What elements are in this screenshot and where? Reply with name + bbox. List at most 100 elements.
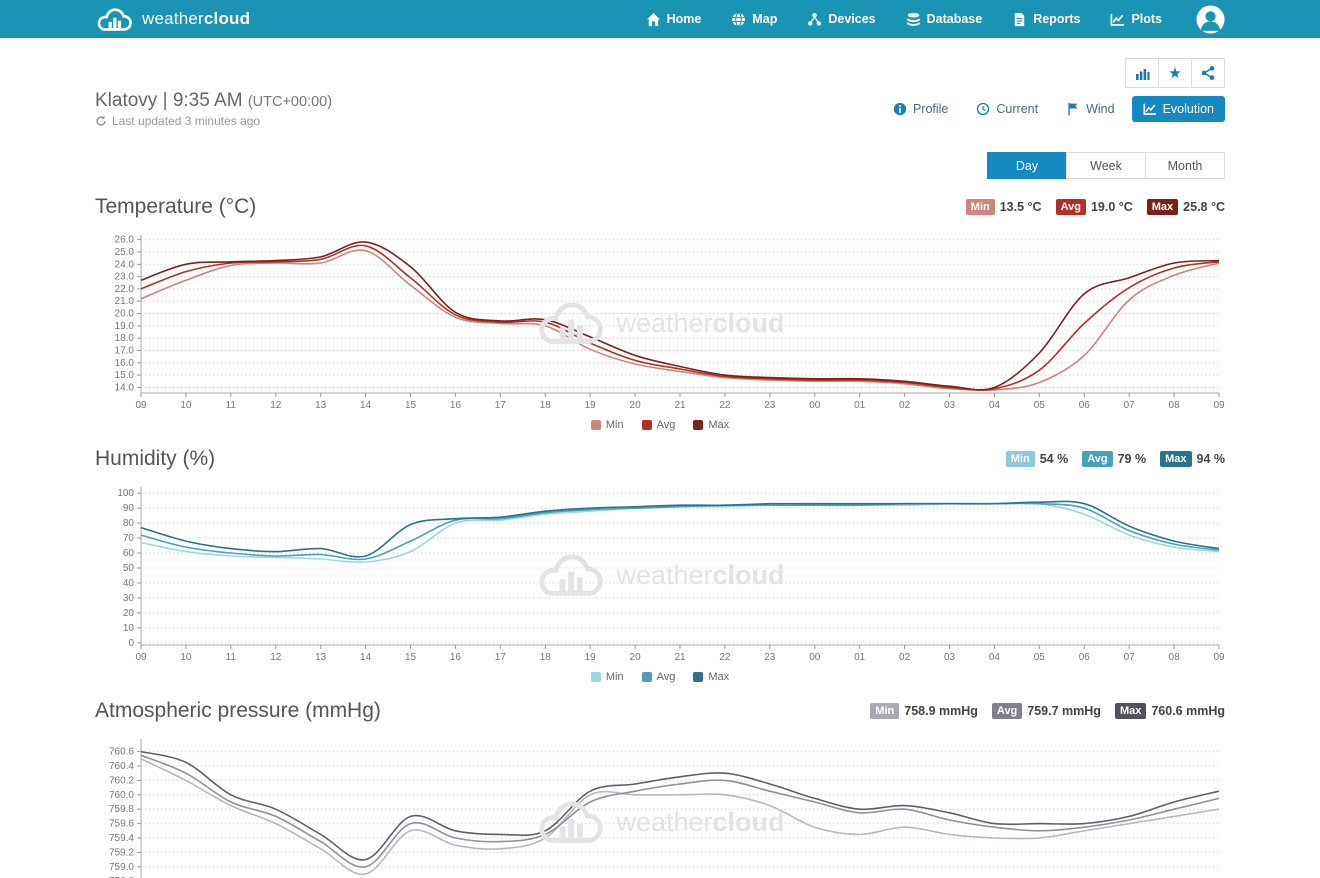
star-icon: ★	[1168, 64, 1181, 82]
avg-badge-label: Avg	[992, 703, 1022, 719]
max-badge-label: Max	[1160, 451, 1191, 467]
avg-badge-label: Avg	[1082, 451, 1112, 467]
svg-text:60: 60	[123, 548, 135, 559]
min-badge-label: Min	[1006, 451, 1035, 467]
clock-icon	[976, 102, 990, 116]
temperature-chart: 26.025.024.023.022.021.020.019.018.017.0…	[95, 233, 1225, 417]
legend-item-avg[interactable]: Avg	[642, 671, 676, 683]
nav-item-map[interactable]: Map	[731, 12, 777, 27]
svg-text:12: 12	[270, 400, 282, 411]
share-icon	[1200, 65, 1216, 81]
refresh-icon[interactable]	[95, 115, 107, 127]
min-badge: Min54 %	[1006, 451, 1068, 467]
svg-text:25.0: 25.0	[115, 247, 135, 258]
view-evolution-button[interactable]: Evolution	[1132, 96, 1225, 122]
svg-text:22: 22	[719, 400, 731, 411]
svg-text:26.0: 26.0	[115, 235, 135, 246]
legend-item-max[interactable]: Max	[693, 419, 729, 431]
nav-item-reports[interactable]: Reports	[1012, 12, 1080, 27]
weathercloud-logo-icon	[95, 6, 135, 33]
svg-text:17: 17	[495, 400, 507, 411]
svg-text:15.0: 15.0	[115, 370, 135, 381]
svg-text:23: 23	[764, 652, 776, 663]
svg-text:70: 70	[123, 533, 135, 544]
svg-text:11: 11	[226, 652, 237, 663]
flag-icon	[1066, 102, 1080, 116]
svg-text:15: 15	[405, 652, 417, 663]
temperature-title: Temperature (°C)	[95, 195, 256, 219]
nav-item-database[interactable]: Database	[906, 12, 983, 27]
svg-text:22: 22	[719, 652, 731, 663]
max-badge-value: 94 %	[1197, 452, 1226, 466]
svg-text:10: 10	[123, 623, 135, 634]
svg-text:759.4: 759.4	[109, 833, 134, 844]
svg-text:760.0: 760.0	[109, 790, 134, 801]
svg-text:09: 09	[135, 400, 147, 411]
svg-text:21: 21	[674, 652, 686, 663]
legend-swatch	[642, 420, 652, 430]
max-badge-value: 25.8 °C	[1183, 200, 1225, 214]
nav-item-devices[interactable]: Devices	[807, 12, 875, 27]
svg-text:00: 00	[809, 400, 821, 411]
navbar: weathercloud Home Map Devices Database R…	[0, 0, 1320, 38]
pressure-title: Atmospheric pressure (mmHg)	[95, 699, 381, 723]
legend-item-min[interactable]: Min	[591, 671, 624, 683]
legend-item-max[interactable]: Max	[693, 671, 729, 683]
devices-icon	[807, 12, 822, 27]
svg-text:07: 07	[1124, 400, 1136, 411]
user-avatar[interactable]	[1196, 5, 1225, 34]
svg-text:05: 05	[1034, 400, 1046, 411]
svg-text:80: 80	[123, 518, 135, 529]
svg-text:07: 07	[1124, 652, 1136, 663]
legend-item-avg[interactable]: Avg	[642, 419, 676, 431]
min-badge-label: Min	[870, 703, 899, 719]
svg-text:16.0: 16.0	[115, 358, 135, 369]
weathercloud-logo[interactable]: weathercloud	[95, 6, 250, 33]
svg-text:09: 09	[1213, 652, 1225, 663]
svg-text:0: 0	[128, 638, 134, 649]
share-button[interactable]	[1191, 58, 1225, 88]
tab-month[interactable]: Month	[1145, 152, 1225, 179]
station-title: Klatovy | 9:35 AM (UTC+00:00)	[95, 90, 332, 112]
humidity-chart: 1009080706050403020100091011121314151617…	[95, 485, 1225, 669]
legend-item-min[interactable]: Min	[591, 419, 624, 431]
svg-text:20: 20	[630, 400, 642, 411]
avg-badge: Avg 79 %	[1082, 451, 1146, 467]
favorite-button[interactable]: ★	[1158, 58, 1192, 88]
svg-text:04: 04	[989, 400, 1001, 411]
tab-week[interactable]: Week	[1066, 152, 1146, 179]
svg-text:759.2: 759.2	[109, 847, 134, 858]
svg-text:30: 30	[123, 593, 135, 604]
svg-text:03: 03	[944, 652, 956, 663]
globe-icon	[731, 12, 746, 27]
statistics-button[interactable]	[1125, 58, 1159, 88]
svg-text:03: 03	[944, 400, 956, 411]
nav-item-plots[interactable]: Plots	[1110, 12, 1162, 27]
last-updated: Last updated 3 minutes ago	[95, 114, 332, 128]
view-current-button[interactable]: Current	[965, 96, 1049, 122]
svg-text:01: 01	[854, 652, 866, 663]
view-wind-button[interactable]: Wind	[1055, 96, 1125, 122]
humidity-summary-badges: Min54 % Avg 79 % Max 94 %	[1006, 451, 1225, 467]
tab-day[interactable]: Day	[987, 152, 1067, 179]
svg-text:20: 20	[630, 652, 642, 663]
brand-name: weathercloud	[142, 9, 250, 29]
avg-badge-value: 79 %	[1118, 452, 1147, 466]
period-tabs: Day Week Month	[95, 152, 1225, 179]
svg-text:19: 19	[585, 652, 597, 663]
svg-text:12: 12	[270, 652, 282, 663]
min-badge-value: 758.9 mmHg	[904, 704, 978, 718]
svg-text:760.4: 760.4	[109, 761, 134, 772]
home-icon	[646, 12, 661, 27]
svg-text:759.8: 759.8	[109, 804, 134, 815]
legend-swatch	[642, 672, 652, 682]
bar-chart-icon	[1134, 65, 1150, 81]
svg-text:760.2: 760.2	[109, 775, 134, 786]
svg-text:90: 90	[123, 503, 135, 514]
nav-item-home[interactable]: Home	[646, 12, 702, 27]
info-icon	[893, 102, 907, 116]
view-profile-button[interactable]: Profile	[882, 96, 959, 122]
legend-swatch	[693, 672, 703, 682]
temperature-summary-badges: Min13.5 °CAvg19.0 °CMax25.8 °C	[966, 199, 1225, 215]
svg-text:00: 00	[809, 652, 821, 663]
